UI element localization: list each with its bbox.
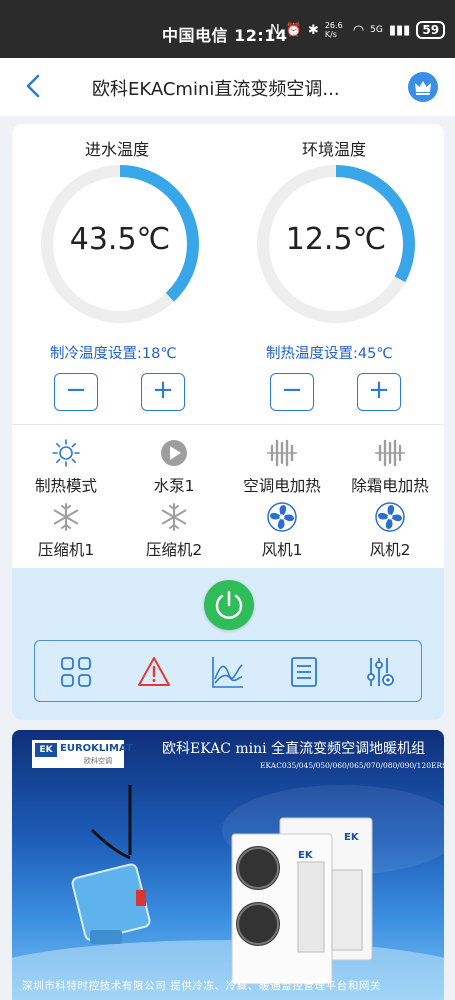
brand-logo-mark: EK bbox=[35, 743, 57, 757]
crown-icon[interactable] bbox=[408, 72, 438, 102]
status-bar: 中国电信 12:14 N ⏰ ✱ 26.6 K/s ◠ 5G ▮▮▮ 59 bbox=[0, 0, 455, 58]
status-heating-mode[interactable]: 制热模式 bbox=[12, 436, 120, 496]
control-card: 进水温度 43.5℃ 制冷温度设置:18℃ − + 环境温度 12.5℃ 制热温… bbox=[12, 124, 444, 720]
status-ac-heater[interactable]: 空调电加热 bbox=[228, 436, 336, 496]
status-compressor-1[interactable]: 压缩机1 bbox=[12, 500, 120, 560]
status-fan-1[interactable]: 风机1 bbox=[228, 500, 336, 560]
heating-decrease-button[interactable]: − bbox=[270, 373, 314, 411]
status-label: 空调电加热 bbox=[243, 477, 321, 495]
grid-icon[interactable] bbox=[59, 655, 93, 689]
banner-models: EKAC035/045/050/060/065/070/080/090/120E… bbox=[260, 761, 444, 770]
status-label: 压缩机1 bbox=[37, 541, 95, 559]
svg-text:EK: EK bbox=[298, 850, 314, 861]
net-speed: 26.6 K/s bbox=[324, 21, 343, 39]
banner-footer: 深圳市科特时控技术有限公司 提供冷冻、冷藏、暖通监控管理平台和网关 bbox=[22, 980, 382, 992]
status-label: 除霜电加热 bbox=[351, 477, 429, 495]
status-pump-1[interactable]: 水泵1 bbox=[120, 436, 228, 496]
cooling-decrease-button[interactable]: − bbox=[54, 373, 98, 411]
settings-icon[interactable] bbox=[363, 655, 397, 689]
alarm-icon[interactable] bbox=[137, 655, 171, 689]
network-type: 5G bbox=[370, 25, 383, 35]
status-icons: N ⏰ ✱ 26.6 K/s ◠ 5G ▮▮▮ 59 bbox=[270, 21, 446, 39]
nav-bar: 欧科EKACmini直流变频空调... bbox=[0, 58, 455, 116]
divider bbox=[12, 424, 444, 425]
status-label: 水泵1 bbox=[153, 477, 195, 495]
bluetooth-icon: ✱ bbox=[307, 22, 319, 38]
cooling-setpoint: 制冷温度设置:18℃ bbox=[50, 346, 177, 362]
snowflake-icon bbox=[12, 500, 120, 534]
fan-icon bbox=[336, 500, 444, 534]
signal-icon: ▮▮▮ bbox=[388, 22, 411, 38]
svg-text:EK: EK bbox=[344, 832, 360, 843]
status-label: 风机1 bbox=[261, 541, 303, 559]
alarm-clock-icon: ⏰ bbox=[285, 22, 302, 38]
fan-icon bbox=[228, 500, 336, 534]
gauge-label-ambient-temp: 环境温度 bbox=[302, 140, 367, 159]
power-icon bbox=[215, 590, 243, 619]
status-label: 压缩机2 bbox=[145, 541, 203, 559]
battery-level: 59 bbox=[416, 21, 446, 39]
power-button[interactable] bbox=[204, 580, 254, 630]
status-defrost-heater[interactable]: 除霜电加热 bbox=[336, 436, 444, 496]
banner-artwork: EK EK bbox=[12, 785, 444, 1000]
brand-name: EUROKLIMAT bbox=[60, 743, 133, 754]
nfc-icon: N bbox=[270, 22, 280, 38]
pump-play-icon bbox=[120, 436, 228, 470]
snowflake-icon bbox=[120, 500, 228, 534]
brand-subtitle: 欧科空调 bbox=[84, 757, 112, 765]
list-icon[interactable] bbox=[287, 655, 321, 689]
heating-increase-button[interactable]: + bbox=[357, 373, 401, 411]
function-toolbar bbox=[34, 640, 422, 702]
brand-logo: EK EUROKLIMAT 欧科空调 bbox=[32, 740, 133, 768]
ad-banner[interactable]: EK EK EK EUROKLIMAT 欧科空调 欧科EKAC mini 全直流… bbox=[12, 730, 444, 1000]
gateway-device-image bbox=[71, 785, 151, 944]
ambient-temp-value: 12.5℃ bbox=[285, 222, 387, 257]
chart-icon[interactable] bbox=[211, 655, 245, 689]
status-compressor-2[interactable]: 压缩机2 bbox=[120, 500, 228, 560]
status-label: 制热模式 bbox=[34, 477, 97, 495]
page-title: 欧科EKACmini直流变频空调... bbox=[92, 79, 340, 100]
cooling-increase-button[interactable]: + bbox=[141, 373, 185, 411]
heater-icon bbox=[228, 436, 336, 470]
gauge-label-water-temp: 进水温度 bbox=[85, 140, 150, 159]
wifi-icon: ◠ bbox=[352, 22, 365, 38]
banner-title: 欧科EKAC mini 全直流变频空调地暖机组 bbox=[162, 741, 426, 757]
status-label: 风机2 bbox=[369, 541, 411, 559]
control-panel bbox=[12, 568, 444, 720]
water-temp-value: 43.5℃ bbox=[69, 222, 171, 257]
ac-units-image: EK EK bbox=[231, 817, 373, 985]
heater-icon bbox=[336, 436, 444, 470]
back-icon[interactable] bbox=[20, 72, 48, 100]
sun-icon bbox=[12, 436, 120, 470]
status-fan-2[interactable]: 风机2 bbox=[336, 500, 444, 560]
carrier-time: 中国电信 12:14 bbox=[162, 26, 288, 45]
heating-setpoint: 制热温度设置:45℃ bbox=[266, 346, 393, 362]
